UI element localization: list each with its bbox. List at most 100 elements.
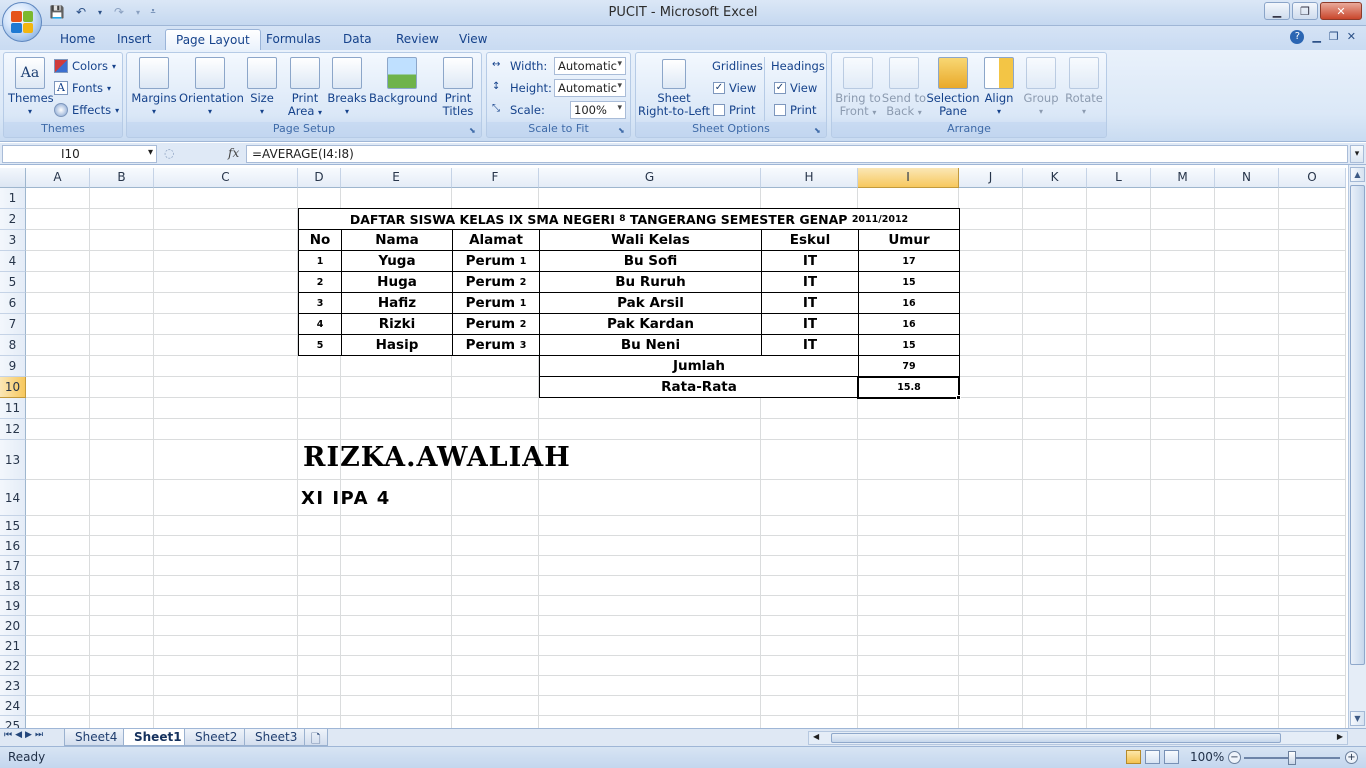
sheet-options-launcher-icon[interactable]: ⬊ bbox=[814, 126, 823, 135]
column-header-a[interactable]: A bbox=[26, 168, 90, 188]
row-header-8[interactable]: 8 bbox=[0, 335, 26, 356]
horizontal-scrollbar[interactable]: ◀ ▶ bbox=[808, 731, 1348, 745]
author-class[interactable]: XI IPA 4 bbox=[301, 488, 391, 509]
normal-view-icon[interactable] bbox=[1126, 750, 1141, 764]
cell-nama[interactable]: Huga bbox=[341, 271, 453, 293]
breaks-button[interactable]: Breaks ▾ bbox=[327, 57, 367, 118]
next-sheet-icon[interactable]: ▶ bbox=[25, 730, 32, 740]
tab-view[interactable]: View bbox=[449, 29, 497, 50]
table-header-alamat[interactable]: Alamat bbox=[452, 229, 540, 251]
row-header-19[interactable]: 19 bbox=[0, 596, 26, 616]
column-header-f[interactable]: F bbox=[452, 168, 539, 188]
cell-no[interactable]: 5 bbox=[298, 334, 342, 356]
tab-data[interactable]: Data bbox=[333, 29, 382, 50]
table-title[interactable]: DAFTAR SISWA KELAS IX SMA NEGERI 8 TANGE… bbox=[298, 208, 960, 230]
headings-view-checkbox[interactable]: ✓ View bbox=[774, 81, 817, 95]
cell-nama[interactable]: Hasip bbox=[341, 334, 453, 356]
rata-rata-label[interactable]: Rata-Rata bbox=[539, 376, 859, 398]
send-to-back-button[interactable]: Send to Back ▾ bbox=[880, 57, 928, 119]
row-header-23[interactable]: 23 bbox=[0, 676, 26, 696]
cell-umur[interactable]: 17 bbox=[858, 250, 960, 272]
zoom-slider[interactable]: − + bbox=[1228, 751, 1358, 765]
size-button[interactable]: Size ▾ bbox=[245, 57, 279, 118]
jumlah-value[interactable]: 79 bbox=[858, 355, 960, 377]
cell-eskul[interactable]: IT bbox=[761, 271, 859, 293]
select-all-corner[interactable] bbox=[0, 168, 26, 188]
page-layout-view-icon[interactable] bbox=[1145, 750, 1160, 764]
row-header-21[interactable]: 21 bbox=[0, 636, 26, 656]
page-setup-launcher-icon[interactable]: ⬊ bbox=[469, 126, 478, 135]
row-header-4[interactable]: 4 bbox=[0, 251, 26, 272]
group-button[interactable]: Group ▾ bbox=[1022, 57, 1060, 118]
tab-insert[interactable]: Insert bbox=[107, 29, 161, 50]
formula-bar-resize-icon[interactable]: ◌ bbox=[164, 146, 174, 160]
row-header-11[interactable]: 11 bbox=[0, 398, 26, 419]
print-titles-button[interactable]: Print Titles bbox=[439, 57, 477, 118]
expand-formula-bar-icon[interactable]: ▾ bbox=[1350, 145, 1364, 163]
column-header-e[interactable]: E bbox=[341, 168, 452, 188]
prev-sheet-icon[interactable]: ◀ bbox=[15, 730, 22, 740]
row-header-7[interactable]: 7 bbox=[0, 314, 26, 335]
background-button[interactable]: Background bbox=[369, 57, 438, 105]
formula-input[interactable]: =AVERAGE(I4:I8) bbox=[246, 145, 1348, 163]
print-area-button[interactable]: Print Area ▾ bbox=[285, 57, 325, 119]
column-header-j[interactable]: J bbox=[959, 168, 1023, 188]
horizontal-scroll-thumb[interactable] bbox=[831, 733, 1281, 743]
scroll-left-icon[interactable]: ◀ bbox=[813, 732, 819, 741]
row-header-24[interactable]: 24 bbox=[0, 696, 26, 716]
sheet-rtl-button[interactable]: Sheet Right-to-Left bbox=[638, 59, 710, 118]
first-sheet-icon[interactable]: ⏮ bbox=[4, 730, 12, 740]
sheet-tab-sheet1[interactable]: Sheet1 bbox=[123, 729, 193, 746]
zoom-in-icon[interactable]: + bbox=[1345, 751, 1358, 764]
column-header-n[interactable]: N bbox=[1215, 168, 1279, 188]
ribbon-minimize-icon[interactable]: ▁ bbox=[1312, 30, 1320, 44]
scale-spinner[interactable]: 100% bbox=[570, 101, 626, 119]
tab-review[interactable]: Review bbox=[386, 29, 449, 50]
name-box[interactable]: I10 bbox=[2, 145, 157, 163]
minimize-button[interactable]: ▁ bbox=[1264, 2, 1290, 20]
cell-no[interactable]: 4 bbox=[298, 313, 342, 335]
author-name[interactable]: RIZKA.AWALIAH bbox=[303, 442, 571, 473]
vertical-scrollbar[interactable]: ▲ ▼ bbox=[1348, 165, 1366, 728]
cell-wali-kelas[interactable]: Bu Ruruh bbox=[539, 271, 762, 293]
row-header-1[interactable]: 1 bbox=[0, 188, 26, 209]
gridlines-print-checkbox[interactable]: Print bbox=[713, 103, 755, 117]
column-header-b[interactable]: B bbox=[90, 168, 154, 188]
page-break-preview-icon[interactable] bbox=[1164, 750, 1179, 764]
table-header-umur[interactable]: Umur bbox=[858, 229, 960, 251]
column-header-i[interactable]: I bbox=[858, 168, 959, 188]
cell-wali-kelas[interactable]: Pak Arsil bbox=[539, 292, 762, 314]
vertical-scroll-thumb[interactable] bbox=[1350, 185, 1365, 665]
scroll-up-icon[interactable]: ▲ bbox=[1350, 167, 1365, 182]
sheet-tab-sheet4[interactable]: Sheet4 bbox=[64, 729, 129, 746]
insert-function-icon[interactable]: fx bbox=[228, 146, 239, 160]
cell-eskul[interactable]: IT bbox=[761, 313, 859, 335]
cell-no[interactable]: 3 bbox=[298, 292, 342, 314]
insert-sheet-button[interactable]: 🗋 bbox=[304, 729, 328, 746]
scroll-down-icon[interactable]: ▼ bbox=[1350, 711, 1365, 726]
themes-button[interactable]: Aa Themes ▾ bbox=[8, 57, 54, 118]
cell-nama[interactable]: Yuga bbox=[341, 250, 453, 272]
margins-button[interactable]: Margins ▾ bbox=[131, 57, 177, 118]
cell-wali-kelas[interactable]: Bu Neni bbox=[539, 334, 762, 356]
cell-umur[interactable]: 16 bbox=[858, 292, 960, 314]
row-header-3[interactable]: 3 bbox=[0, 230, 26, 251]
sheet-tab-sheet2[interactable]: Sheet2 bbox=[184, 729, 249, 746]
bring-to-front-button[interactable]: Bring to Front ▾ bbox=[834, 57, 882, 119]
cell-no[interactable]: 2 bbox=[298, 271, 342, 293]
cell-alamat[interactable]: Perum 3 bbox=[452, 334, 540, 356]
cell-nama[interactable]: Hafiz bbox=[341, 292, 453, 314]
row-header-25[interactable]: 25 bbox=[0, 716, 26, 728]
cell-eskul[interactable]: IT bbox=[761, 292, 859, 314]
row-header-10[interactable]: 10 bbox=[0, 377, 26, 398]
width-dropdown[interactable]: Automatic bbox=[554, 57, 626, 75]
cell-wali-kelas[interactable]: Bu Sofi bbox=[539, 250, 762, 272]
cell-eskul[interactable]: IT bbox=[761, 334, 859, 356]
fill-handle[interactable] bbox=[956, 395, 961, 400]
column-header-d[interactable]: D bbox=[298, 168, 341, 188]
align-button[interactable]: Align ▾ bbox=[982, 57, 1016, 118]
table-header-nama[interactable]: Nama bbox=[341, 229, 453, 251]
gridlines-view-checkbox[interactable]: ✓ View bbox=[713, 81, 756, 95]
close-button[interactable]: ✕ bbox=[1320, 2, 1362, 20]
row-header-14[interactable]: 14 bbox=[0, 480, 26, 516]
